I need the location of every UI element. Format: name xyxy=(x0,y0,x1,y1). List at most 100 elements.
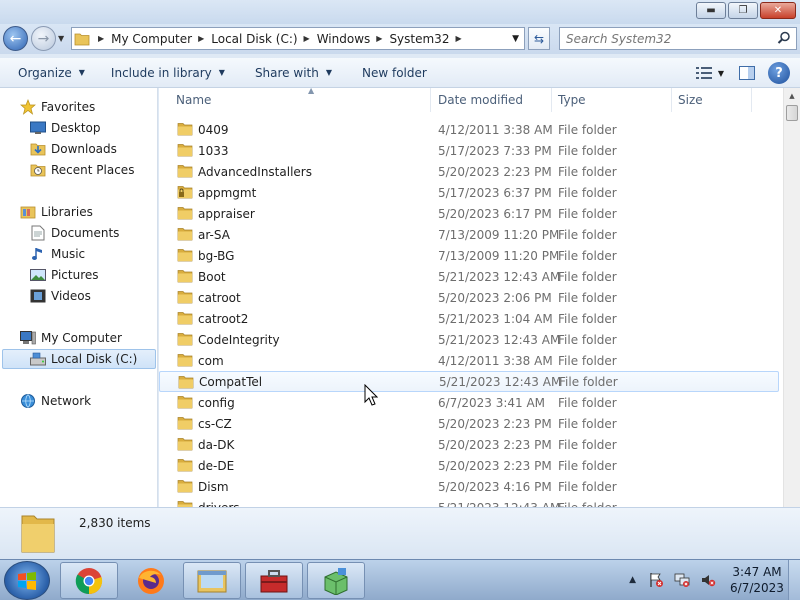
toolbox-icon xyxy=(260,569,288,592)
scrollbar-thumb[interactable] xyxy=(786,105,798,121)
videos-icon xyxy=(30,288,46,304)
nav-videos[interactable]: Videos xyxy=(30,286,91,306)
breadcrumb-my-computer[interactable]: My Computer ▶ xyxy=(111,32,211,46)
table-row[interactable]: 1033 5/17/2023 7:33 PM File folder xyxy=(159,140,779,161)
file-name: Dism xyxy=(198,479,229,494)
chevron-right-icon[interactable]: ▶ xyxy=(304,34,310,43)
clock[interactable]: 3:47 AM 6/7/2023 xyxy=(726,564,788,596)
table-row[interactable]: Boot 5/21/2023 12:43 AM File folder xyxy=(159,266,779,287)
taskbar-explorer[interactable] xyxy=(183,562,241,599)
show-desktop-button[interactable] xyxy=(788,560,800,600)
table-row[interactable]: de-DE 5/20/2023 2:23 PM File folder xyxy=(159,455,779,476)
table-row[interactable]: drivers5/21/2023 12:43 AMFile folder xyxy=(159,497,779,507)
column-header-type[interactable]: Type xyxy=(552,88,672,112)
address-history-dropdown[interactable]: ▼ xyxy=(512,34,519,44)
drive-icon xyxy=(30,351,46,367)
table-row[interactable]: 0409 4/12/2011 3:38 AM File folder xyxy=(159,119,779,140)
refresh-button[interactable]: ⇆ xyxy=(528,27,550,50)
chevron-down-icon: ▼ xyxy=(717,68,725,78)
volume-muted-icon[interactable] xyxy=(700,572,716,588)
chevron-right-icon[interactable]: ▶ xyxy=(455,34,461,43)
organize-menu[interactable]: Organize ▼ xyxy=(0,66,85,80)
nav-documents[interactable]: Documents xyxy=(30,223,119,243)
file-name: Boot xyxy=(198,269,226,284)
preview-pane-button[interactable] xyxy=(732,66,762,80)
back-button[interactable]: ← xyxy=(3,26,28,51)
column-header-name[interactable]: Name ▲ xyxy=(170,88,431,112)
table-row[interactable]: catroot 5/20/2023 2:06 PM File folder xyxy=(159,287,779,308)
file-list: Name ▲ Date modified Type Size 0409 4/12/2… xyxy=(159,88,800,507)
show-hidden-icons-button[interactable]: ▲ xyxy=(629,575,636,585)
column-header-date-modified[interactable]: Date modified xyxy=(432,88,552,112)
table-row[interactable]: ar-SA 7/13/2009 11:20 PM File folder xyxy=(159,224,779,245)
nav-music[interactable]: Music xyxy=(30,244,85,264)
nav-downloads[interactable]: Downloads xyxy=(30,139,117,159)
recent-pages-button[interactable]: ▼ xyxy=(58,34,64,43)
address-bar[interactable]: ▶ My Computer ▶ Local Disk (C:) ▶ Windows ▶… xyxy=(71,27,525,50)
maximize-button[interactable]: ❐ xyxy=(728,2,758,19)
taskbar-installer[interactable] xyxy=(307,562,365,599)
search-box[interactable] xyxy=(559,27,797,50)
table-row[interactable]: com 4/12/2011 3:38 AM File folder xyxy=(159,350,779,371)
column-header-size[interactable]: Size xyxy=(672,88,752,112)
table-row[interactable]: config 6/7/2023 3:41 AM File folder xyxy=(159,392,779,413)
nav-recent-places[interactable]: Recent Places xyxy=(30,160,134,180)
table-row[interactable]: Dism 5/20/2023 4:16 PM File folder xyxy=(159,476,779,497)
nav-my-computer[interactable]: My Computer xyxy=(20,328,122,348)
table-row[interactable]: da-DK 5/20/2023 2:23 PM File folder xyxy=(159,434,779,455)
start-button[interactable] xyxy=(4,561,50,600)
breadcrumb-system32[interactable]: System32 ▶ xyxy=(389,32,468,46)
close-button[interactable]: ✕ xyxy=(760,2,796,19)
nav-local-disk[interactable]: Local Disk (C:) xyxy=(2,349,156,369)
network-status-icon[interactable] xyxy=(674,572,690,588)
action-center-flag-icon[interactable] xyxy=(648,572,664,588)
table-row[interactable]: CompatTel 5/21/2023 12:43 AM File folder xyxy=(159,371,779,392)
new-folder-button[interactable]: New folder xyxy=(332,66,427,80)
window-controls: ▬ ❐ ✕ xyxy=(696,2,796,19)
folder-icon xyxy=(177,206,193,220)
file-type: File folder xyxy=(558,395,617,410)
file-date-modified: 5/20/2023 2:23 PM xyxy=(438,437,552,452)
table-row[interactable]: bg-BG 7/13/2009 11:20 PM File folder xyxy=(159,245,779,266)
breadcrumb-local-disk[interactable]: Local Disk (C:) ▶ xyxy=(211,32,316,46)
change-view-button[interactable]: ▼ xyxy=(688,67,732,79)
taskbar-toolbox[interactable] xyxy=(245,562,303,599)
table-row[interactable]: appraiser 5/20/2023 6:17 PM File folder xyxy=(159,203,779,224)
minimize-button[interactable]: ▬ xyxy=(696,2,726,19)
mouse-cursor-icon xyxy=(364,384,378,406)
nav-desktop[interactable]: Desktop xyxy=(30,118,101,138)
scroll-up-button[interactable]: ▲ xyxy=(784,88,800,104)
nav-libraries[interactable]: Libraries xyxy=(20,202,93,222)
nav-network[interactable]: Network xyxy=(20,391,91,411)
pictures-icon xyxy=(30,267,46,283)
help-icon[interactable]: ? xyxy=(768,62,790,84)
search-icon[interactable] xyxy=(777,31,791,48)
file-name: de-DE xyxy=(198,458,235,473)
vertical-scrollbar[interactable]: ▲ xyxy=(783,88,800,507)
file-name: 0409 xyxy=(198,122,229,137)
table-row[interactable]: cs-CZ 5/20/2023 2:23 PM File folder xyxy=(159,413,779,434)
windows-logo-icon xyxy=(18,571,36,590)
table-row[interactable]: appmgmt 5/17/2023 6:37 PM File folder xyxy=(159,182,779,203)
folder-icon xyxy=(177,458,193,472)
share-with-menu[interactable]: Share with ▼ xyxy=(225,66,332,80)
taskbar-firefox[interactable] xyxy=(122,562,180,599)
breadcrumb-windows[interactable]: Windows ▶ xyxy=(317,32,390,46)
nav-pictures[interactable]: Pictures xyxy=(30,265,99,285)
desktop-icon xyxy=(30,120,46,136)
breadcrumb-root-arrow[interactable]: ▶ xyxy=(92,34,111,43)
search-input[interactable] xyxy=(566,31,771,46)
chevron-right-icon[interactable]: ▶ xyxy=(198,34,204,43)
table-row[interactable]: AdvancedInstallers 5/20/2023 2:23 PM File … xyxy=(159,161,779,182)
forward-button[interactable]: → xyxy=(31,26,56,51)
folder-icon xyxy=(177,143,193,157)
refresh-icon: ⇆ xyxy=(533,31,545,46)
include-in-library-menu[interactable]: Include in library ▼ xyxy=(85,66,225,80)
nav-favorites[interactable]: Favorites xyxy=(20,97,95,117)
chevron-right-icon[interactable]: ▶ xyxy=(376,34,382,43)
file-date-modified: 7/13/2009 11:20 PM xyxy=(438,248,560,263)
command-bar: Organize ▼ Include in library ▼ Share with… xyxy=(0,58,800,88)
table-row[interactable]: CodeIntegrity 5/21/2023 12:43 AM File fold… xyxy=(159,329,779,350)
table-row[interactable]: catroot2 5/21/2023 1:04 AM File folder xyxy=(159,308,779,329)
taskbar-chrome[interactable] xyxy=(60,562,118,599)
